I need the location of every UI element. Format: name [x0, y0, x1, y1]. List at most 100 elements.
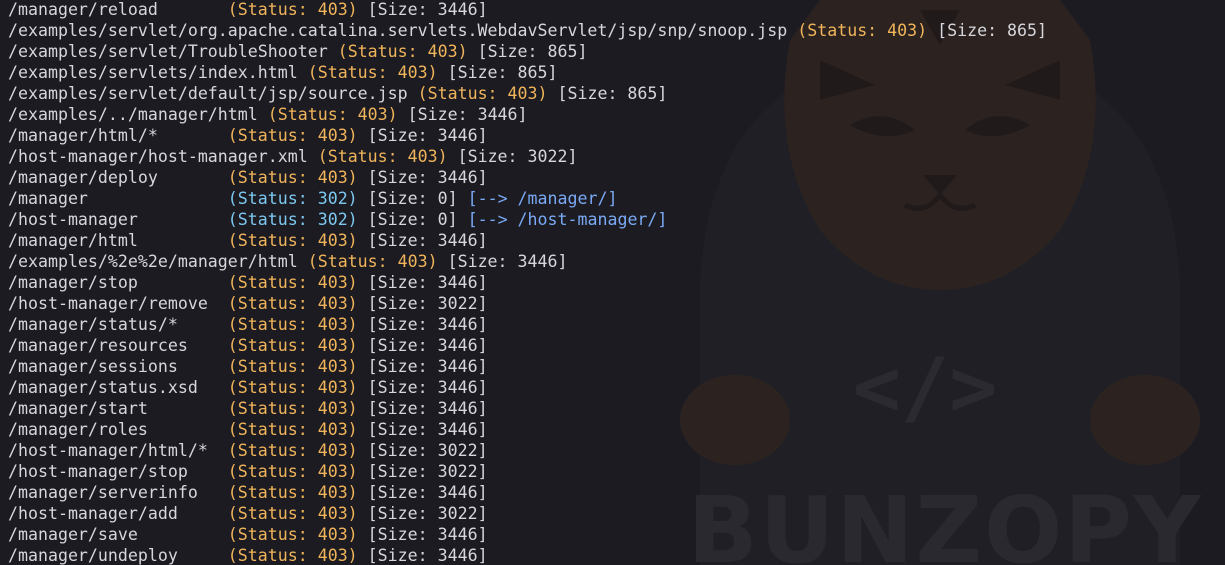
url-path: /host-manager/remove: [8, 294, 218, 313]
response-size: [Size: 0]: [367, 210, 458, 229]
status-code: (Status: 403): [317, 147, 448, 166]
response-size: [Size: 3446]: [367, 315, 488, 334]
response-size: [Size: 3022]: [367, 462, 488, 481]
response-size: [Size: 3446]: [367, 357, 488, 376]
output-line: /manager/resources (Status: 403) [Size: …: [8, 335, 1047, 356]
output-line: /examples/../manager/html (Status: 403) …: [8, 104, 1047, 125]
redirect-target: [--> /host-manager/]: [467, 210, 668, 229]
output-line: /manager/deploy (Status: 403) [Size: 344…: [8, 167, 1047, 188]
output-line: /host-manager (Status: 302) [Size: 0] [-…: [8, 209, 1047, 230]
output-line: /manager/serverinfo (Status: 403) [Size:…: [8, 482, 1047, 503]
url-path: /manager/undeploy: [8, 546, 218, 565]
output-line: /examples/servlet/TroubleShooter (Status…: [8, 41, 1047, 62]
url-path: /manager/deploy: [8, 168, 218, 187]
output-line: /manager (Status: 302) [Size: 0] [--> /m…: [8, 188, 1047, 209]
status-code: (Status: 302): [227, 189, 358, 208]
url-path: /manager/sessions: [8, 357, 218, 376]
url-path: /manager: [8, 189, 218, 208]
response-size: [Size: 865]: [937, 21, 1048, 40]
status-code: (Status: 403): [227, 294, 358, 313]
output-line: /host-manager/add (Status: 403) [Size: 3…: [8, 503, 1047, 524]
status-code: (Status: 403): [227, 378, 358, 397]
response-size: [Size: 3446]: [367, 399, 488, 418]
status-code: (Status: 403): [227, 441, 358, 460]
status-code: (Status: 403): [227, 126, 358, 145]
url-path: /examples/servlet/TroubleShooter: [8, 42, 328, 61]
status-code: (Status: 302): [227, 210, 358, 229]
status-code: (Status: 403): [267, 105, 398, 124]
status-code: (Status: 403): [227, 420, 358, 439]
terminal-window: </> BUNZOPY /manager/reload (Status: 403…: [0, 0, 1225, 565]
output-line: /host-manager/remove (Status: 403) [Size…: [8, 293, 1047, 314]
output-line: /manager/html/* (Status: 403) [Size: 344…: [8, 125, 1047, 146]
response-size: [Size: 3446]: [367, 231, 488, 250]
url-path: /manager/serverinfo: [8, 483, 218, 502]
status-code: (Status: 403): [307, 252, 438, 271]
url-path: /manager/status/*: [8, 315, 218, 334]
url-path: /examples/%2e%2e/manager/html: [8, 252, 298, 271]
output-line: /host-manager/stop (Status: 403) [Size: …: [8, 461, 1047, 482]
output-line: /manager/start (Status: 403) [Size: 3446…: [8, 398, 1047, 419]
status-code: (Status: 403): [307, 63, 438, 82]
status-code: (Status: 403): [797, 21, 928, 40]
response-size: [Size: 3022]: [367, 441, 488, 460]
url-path: /manager/html: [8, 231, 218, 250]
url-path: /host-manager/html/*: [8, 441, 218, 460]
terminal-output: /manager/reload (Status: 403) [Size: 344…: [8, 0, 1047, 565]
response-size: [Size: 3022]: [457, 147, 578, 166]
response-size: [Size: 3446]: [367, 168, 488, 187]
url-path: /manager/status.xsd: [8, 378, 218, 397]
response-size: [Size: 3446]: [367, 273, 488, 292]
response-size: [Size: 0]: [367, 189, 458, 208]
url-path: /manager/stop: [8, 273, 218, 292]
status-code: (Status: 403): [227, 504, 358, 523]
status-code: (Status: 403): [227, 462, 358, 481]
status-code: (Status: 403): [227, 357, 358, 376]
response-size: [Size: 3446]: [367, 378, 488, 397]
output-line: /manager/status/* (Status: 403) [Size: 3…: [8, 314, 1047, 335]
status-code: (Status: 403): [227, 315, 358, 334]
output-line: /manager/undeploy (Status: 403) [Size: 3…: [8, 545, 1047, 565]
response-size: [Size: 3446]: [367, 336, 488, 355]
url-path: /manager/resources: [8, 336, 218, 355]
response-size: [Size: 3446]: [367, 420, 488, 439]
status-code: (Status: 403): [227, 546, 358, 565]
output-line: /manager/sessions (Status: 403) [Size: 3…: [8, 356, 1047, 377]
output-line: /examples/servlet/org.apache.catalina.se…: [8, 20, 1047, 41]
status-code: (Status: 403): [227, 168, 358, 187]
output-line: /examples/servlet/default/jsp/source.jsp…: [8, 83, 1047, 104]
response-size: [Size: 3022]: [367, 294, 488, 313]
response-size: [Size: 3446]: [367, 483, 488, 502]
url-path: /manager/html/*: [8, 126, 218, 145]
response-size: [Size: 3446]: [367, 546, 488, 565]
url-path: /host-manager: [8, 210, 218, 229]
url-path: /manager/roles: [8, 420, 218, 439]
output-line: /manager/roles (Status: 403) [Size: 3446…: [8, 419, 1047, 440]
status-code: (Status: 403): [227, 525, 358, 544]
status-code: (Status: 403): [227, 231, 358, 250]
url-path: /examples/servlets/index.html: [8, 63, 298, 82]
response-size: [Size: 865]: [557, 84, 668, 103]
status-code: (Status: 403): [227, 273, 358, 292]
status-code: (Status: 403): [227, 0, 358, 19]
output-line: /manager/save (Status: 403) [Size: 3446]: [8, 524, 1047, 545]
output-line: /examples/%2e%2e/manager/html (Status: 4…: [8, 251, 1047, 272]
response-size: [Size: 3446]: [447, 252, 568, 271]
url-path: /manager/save: [8, 525, 218, 544]
response-size: [Size: 865]: [447, 63, 558, 82]
output-line: /manager/stop (Status: 403) [Size: 3446]: [8, 272, 1047, 293]
response-size: [Size: 3446]: [367, 126, 488, 145]
url-path: /host-manager/host-manager.xml: [8, 147, 308, 166]
output-line: /manager/html (Status: 403) [Size: 3446]: [8, 230, 1047, 251]
status-code: (Status: 403): [337, 42, 468, 61]
url-path: /host-manager/add: [8, 504, 218, 523]
status-code: (Status: 403): [227, 399, 358, 418]
url-path: /examples/servlet/org.apache.catalina.se…: [8, 21, 788, 40]
response-size: [Size: 3446]: [367, 0, 488, 19]
output-line: /host-manager/html/* (Status: 403) [Size…: [8, 440, 1047, 461]
url-path: /host-manager/stop: [8, 462, 218, 481]
status-code: (Status: 403): [417, 84, 548, 103]
response-size: [Size: 3446]: [407, 105, 528, 124]
url-path: /manager/reload: [8, 0, 218, 19]
response-size: [Size: 3446]: [367, 525, 488, 544]
